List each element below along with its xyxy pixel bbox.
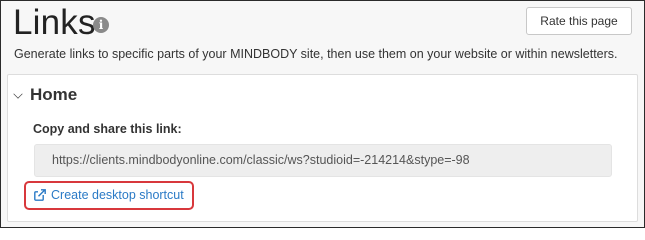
page-description: Generate links to specific parts of your… (14, 47, 618, 61)
page-title: Links (13, 3, 96, 42)
info-icon[interactable]: i (93, 17, 109, 33)
copy-link-label: Copy and share this link: (33, 122, 182, 136)
home-panel-toggle[interactable]: Home (13, 85, 77, 105)
rate-this-page-button[interactable]: Rate this page (526, 7, 632, 35)
create-desktop-shortcut-link[interactable]: Create desktop shortcut (34, 188, 184, 202)
panel-title[interactable]: Home (30, 85, 77, 105)
share-link-field[interactable]: https://clients.mindbodyonline.com/class… (34, 144, 612, 177)
chevron-down-icon[interactable] (13, 89, 23, 99)
external-link-icon (34, 189, 46, 201)
create-desktop-shortcut-label[interactable]: Create desktop shortcut (51, 188, 184, 202)
